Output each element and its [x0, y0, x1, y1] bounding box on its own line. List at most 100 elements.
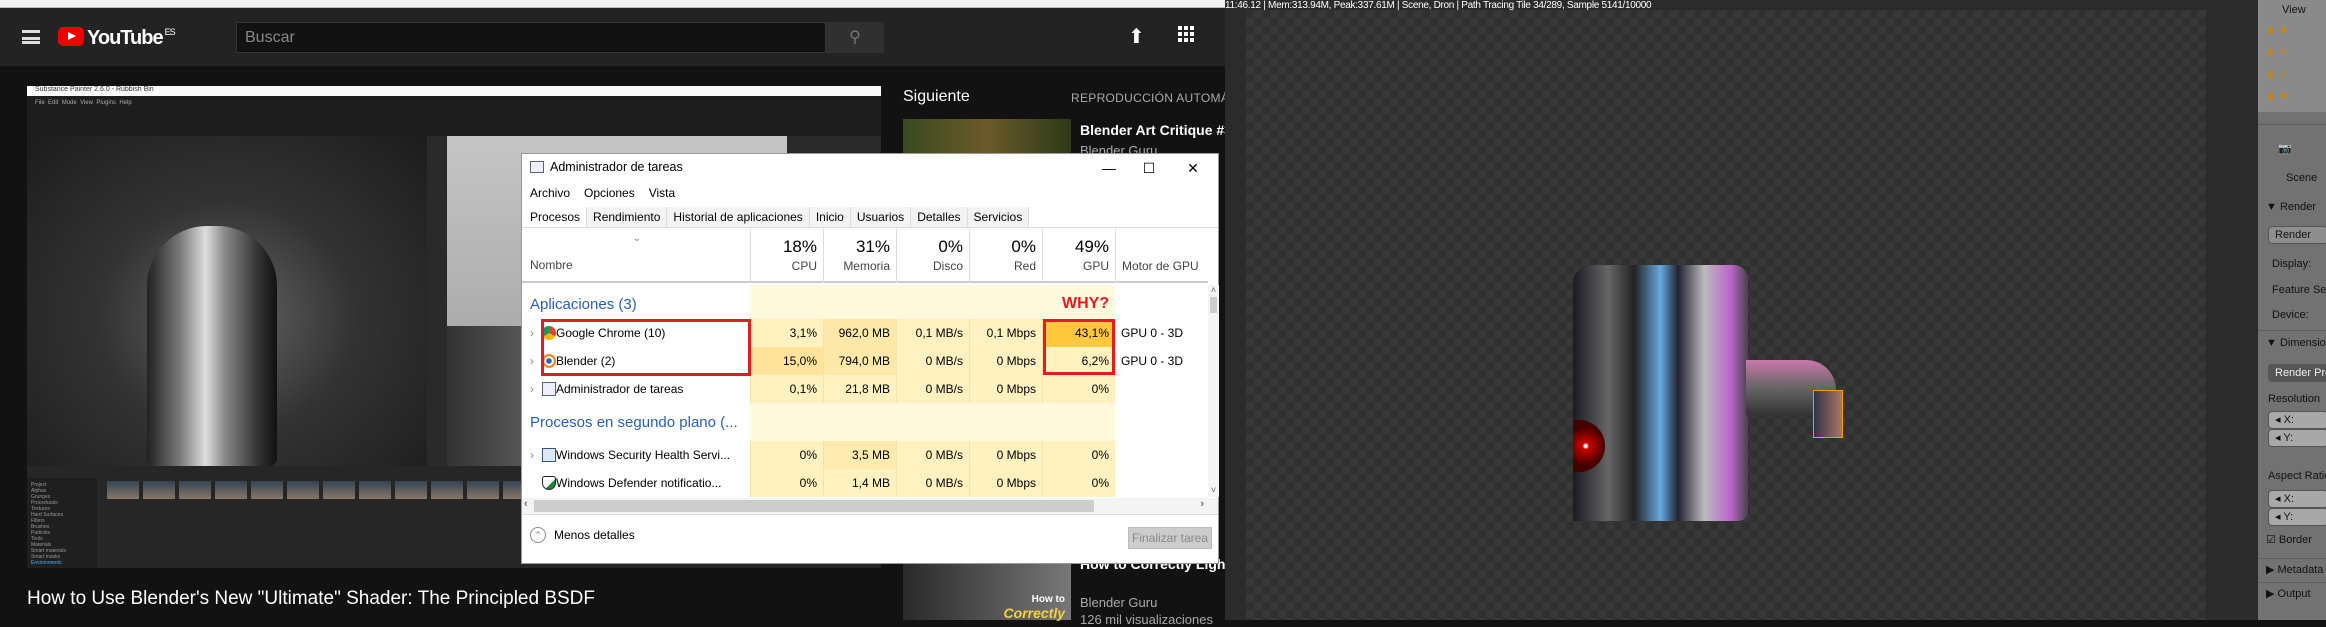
- minimize-button[interactable]: —: [1092, 156, 1126, 180]
- task-manager-icon: [530, 161, 544, 173]
- annotation-why: WHY?: [1062, 295, 1110, 312]
- column-nombre[interactable]: ⌄ Nombre: [522, 229, 750, 283]
- render-canvas: [1246, 10, 2206, 620]
- tab-detalles[interactable]: Detalles: [911, 207, 968, 227]
- aspect-x-field[interactable]: ◂ X:: [2268, 490, 2326, 508]
- thumb-text: Correctly: [1003, 605, 1065, 621]
- annotation-box-apps: [541, 319, 751, 376]
- border-checkbox[interactable]: ☑ Border: [2266, 533, 2312, 546]
- annotation-box-gpu: [1043, 319, 1115, 375]
- feature-set-label: Feature Set: [2272, 284, 2326, 296]
- column-memoria[interactable]: 31% Memoria: [823, 229, 896, 283]
- less-details-button[interactable]: ⌃ Menos detalles: [530, 527, 635, 543]
- youtube-play-icon: [58, 27, 84, 46]
- group-header: Procesos en segundo plano (...: [530, 414, 738, 431]
- tab-rendimiento[interactable]: Rendimiento: [587, 207, 668, 227]
- end-task-button[interactable]: Finalizar tarea: [1128, 527, 1212, 549]
- tab-inicio[interactable]: Inicio: [809, 207, 851, 227]
- resolution-label: Resolution: [2268, 393, 2320, 405]
- search-button[interactable]: ⚲: [826, 22, 884, 53]
- menu-vista[interactable]: Vista: [649, 186, 675, 200]
- tab-procesos[interactable]: Procesos: [524, 207, 588, 227]
- security-health-icon: [542, 448, 556, 462]
- upload-icon[interactable]: ⬆: [1128, 24, 1145, 49]
- video-shelf-list: Project Alphas Grunges Procedurals Textures H…: [27, 478, 97, 568]
- menu-opciones[interactable]: Opciones: [584, 186, 635, 200]
- outliner-view-menu[interactable]: View: [2282, 4, 2306, 16]
- chevron-up-icon: ⌃: [530, 527, 546, 543]
- menu-archivo[interactable]: Archivo: [530, 186, 570, 200]
- column-red[interactable]: 0% Red: [969, 229, 1042, 283]
- blender-properties-panel: View ⊕ ▼ ⊕ ▽ ⊕ ▽ ⊕ ▼ 📷 Scene ▼ Render Re…: [2258, 0, 2326, 620]
- table-row[interactable]: › Administrador de tareas 0,1% 21,8 MB 0 …: [522, 375, 1208, 403]
- search-icon: ⚲: [849, 29, 861, 46]
- column-motor-gpu[interactable]: Motor de GPU: [1115, 229, 1208, 283]
- menu-icon[interactable]: [22, 30, 40, 44]
- horizontal-scrollbar[interactable]: ‹ ›: [522, 498, 1218, 514]
- expand-chevron-icon[interactable]: ›: [530, 319, 534, 347]
- column-cpu[interactable]: 18% CPU: [750, 229, 823, 283]
- aspect-ratio-label: Aspect Ratio: [2268, 470, 2326, 482]
- render-tile-marker: [1813, 390, 1843, 438]
- defender-shield-icon: [542, 476, 556, 490]
- table-row[interactable]: Windows Defender notificatio... 0% 1,4 M…: [522, 469, 1208, 497]
- rendered-object: [1573, 265, 1748, 521]
- render-presets-button[interactable]: Render Presets: [2268, 364, 2326, 382]
- logo-region: ES: [164, 27, 176, 37]
- footer: ⌃ Menos detalles Finalizar tarea: [522, 514, 1218, 564]
- task-manager-icon: [542, 382, 556, 396]
- logo-text: YouTube: [87, 27, 164, 49]
- resolution-x-field[interactable]: ◂ X:: [2268, 411, 2326, 429]
- process-list: Aplicaciones (3) › Google Chrome (10) 3,1…: [522, 285, 1208, 497]
- cylinder-render: [147, 226, 277, 466]
- expand-chevron-icon[interactable]: ›: [530, 347, 534, 375]
- render-status: 11:46.12 | Mem:313.94M, Peak:337.61M | S…: [1225, 0, 1652, 11]
- video-thumbnail[interactable]: [903, 119, 1071, 155]
- device-label: Device:: [2272, 309, 2309, 321]
- youtube-logo[interactable]: YouTube ES: [58, 27, 176, 50]
- video-title: How to Use Blender's New "Ultimate" Shad…: [27, 588, 595, 609]
- display-label: Display:: [2272, 258, 2312, 270]
- thumb-text: How to: [1031, 594, 1065, 605]
- dimensions-section-header[interactable]: ▼ Dimensions: [2266, 337, 2326, 349]
- expand-chevron-icon[interactable]: ›: [530, 375, 534, 403]
- table-row[interactable]: › Windows Security Health Servi... 0% 3,5…: [522, 441, 1208, 469]
- apps-grid-icon[interactable]: [1178, 26, 1194, 42]
- outliner-item-icon[interactable]: ⊕ ▼: [2266, 90, 2289, 103]
- close-button[interactable]: ✕: [1176, 156, 1210, 180]
- column-gpu[interactable]: 49% GPU: [1042, 229, 1115, 283]
- scene-context: Scene: [2286, 172, 2318, 184]
- render-button[interactable]: Render: [2268, 226, 2326, 244]
- video-shelf-thumbnails: [107, 481, 571, 499]
- outliner-item-icon[interactable]: ⊕ ▽: [2266, 46, 2287, 59]
- outliner-item-icon[interactable]: ⊕ ▽: [2266, 68, 2287, 81]
- aspect-y-field[interactable]: ◂ Y:: [2268, 508, 2326, 526]
- tab-usuarios[interactable]: Usuarios: [850, 207, 912, 227]
- tab-bar: Procesos Rendimiento Historial de aplica…: [522, 207, 1218, 228]
- blender-render-window: 11:46.12 | Mem:313.94M, Peak:337.61M | S…: [1225, 0, 2258, 620]
- output-section-header[interactable]: ▶ Output: [2266, 587, 2311, 600]
- video-item-title[interactable]: Blender Art Critique #3: [1080, 122, 1232, 138]
- youtube-header: YouTube ES Buscar ⚲ ⬆: [0, 8, 1225, 66]
- video-app-title: Substance Painter 2.6.0 - Rubbish Bin: [27, 86, 881, 96]
- window-title: Administrador de tareas: [530, 160, 683, 174]
- resolution-y-field[interactable]: ◂ Y:: [2268, 429, 2326, 447]
- menu-bar: Archivo Opciones Vista: [530, 186, 675, 200]
- up-next-label: Siguiente: [903, 88, 970, 105]
- tab-servicios[interactable]: Servicios: [967, 207, 1030, 227]
- search-input[interactable]: Buscar: [236, 22, 826, 53]
- video-thumbnail[interactable]: How to Correctly: [903, 564, 1071, 621]
- outliner-item-icon[interactable]: ⊕ ▼: [2266, 24, 2289, 37]
- vertical-scrollbar[interactable]: ˄ ˅: [1208, 285, 1219, 497]
- expand-chevron-icon[interactable]: ›: [530, 441, 534, 469]
- render-section-header[interactable]: ▼ Render: [2266, 201, 2316, 213]
- browser-top-strip: [0, 0, 1225, 8]
- tab-historial[interactable]: Historial de aplicaciones: [667, 207, 810, 227]
- task-manager-window: Administrador de tareas — ☐ ✕ Archivo Op…: [521, 153, 1219, 564]
- metadata-section-header[interactable]: ▶ Metadata: [2266, 563, 2323, 576]
- video-item-channel: Blender Guru: [1080, 595, 1158, 610]
- column-disco[interactable]: 0% Disco: [896, 229, 969, 283]
- camera-icon[interactable]: 📷: [2278, 142, 2292, 155]
- maximize-button[interactable]: ☐: [1132, 156, 1166, 180]
- video-app-menu: File Edit Mode View Plugins Help: [27, 96, 881, 136]
